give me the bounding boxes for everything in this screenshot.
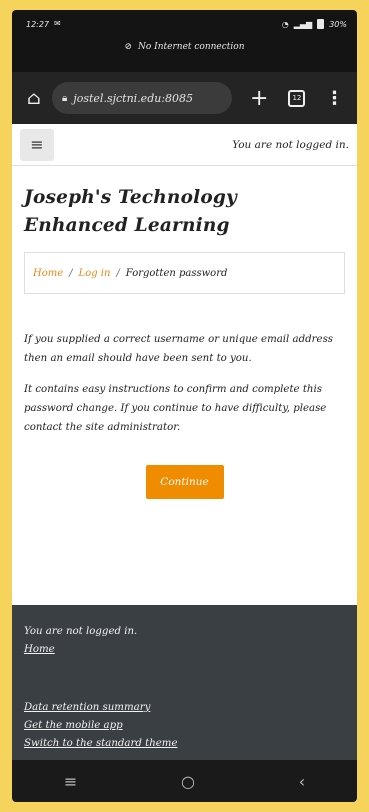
more-vertical-icon[interactable]: ⋮ (325, 88, 343, 109)
battery-icon (317, 19, 325, 29)
mobile-app-link[interactable]: Get the mobile app (24, 717, 345, 735)
footer-login-status: You are not logged in. (24, 626, 138, 637)
data-retention-link[interactable]: Data retention summary (24, 699, 345, 717)
email-sent-message: If you supplied a correct username or un… (24, 334, 334, 364)
main-content: Joseph's Technology Enhanced Learning Ho… (12, 184, 357, 499)
breadcrumb: Home / Log in / Forgotten password (24, 252, 345, 294)
back-icon[interactable]: ‹ (299, 772, 305, 791)
url-text: jostel.sjctni.edu:8085 (73, 91, 194, 105)
network-status: ⊘ No Internet connection (12, 42, 357, 52)
breadcrumb-login[interactable]: Log in (79, 268, 111, 279)
network-message: No Internet connection (138, 42, 245, 52)
battery-percent: 30% (329, 19, 347, 29)
wifi-status-icon: ◔ (281, 19, 289, 29)
phone-screen: 12:27 ✉ ◔ ▂▄▆ 30% ⊘ No Internet connectio… (12, 10, 357, 802)
page-title: Joseph's Technology Enhanced Learning (24, 187, 237, 236)
home-circle-icon[interactable]: ○ (181, 772, 195, 791)
login-status: You are not logged in. (232, 138, 349, 151)
status-indicators: ◔ ▂▄▆ 30% (282, 19, 347, 29)
breadcrumb-separator: / (69, 267, 73, 279)
footer-spacer (24, 659, 345, 699)
standard-theme-link[interactable]: Switch to the standard theme (24, 735, 345, 753)
hamburger-menu-button[interactable]: ≡ (20, 128, 54, 161)
breadcrumb-home[interactable]: Home (33, 268, 63, 279)
address-bar[interactable]: 🔒︎ jostel.sjctni.edu:8085 (52, 82, 232, 114)
page-navbar: ≡ You are not logged in. (12, 124, 357, 166)
page-footer: You are not logged in. Home Data retenti… (12, 605, 357, 760)
home-icon[interactable]: ⌂ (20, 88, 48, 109)
status-bar: 12:27 ✉ ◔ ▂▄▆ 30% ⊘ No Internet connectio… (12, 10, 357, 72)
no-wifi-icon: ⊘ (124, 42, 133, 52)
breadcrumb-current: Forgotten password (125, 267, 228, 279)
browser-toolbar: ⌂ 🔒︎ jostel.sjctni.edu:8085 + 12 ⋮ (12, 72, 357, 124)
status-time: 12:27 (26, 20, 50, 29)
button-container: Continue (24, 465, 345, 499)
signal-icon: ▂▄▆ (293, 19, 313, 29)
notification-icon: ✉ (54, 19, 61, 28)
footer-home-link[interactable]: Home (24, 641, 345, 659)
system-navigation-bar: ≡ ○ ‹ (12, 760, 357, 802)
instructions-message: It contains easy instructions to confirm… (24, 384, 327, 433)
lock-icon: 🔒︎ (62, 92, 68, 104)
recent-apps-icon[interactable]: ≡ (64, 772, 77, 791)
breadcrumb-separator: / (116, 267, 120, 279)
continue-button[interactable]: Continue (145, 465, 224, 499)
tab-switcher-button[interactable]: 12 (288, 89, 306, 107)
new-tab-button[interactable]: + (250, 86, 268, 111)
